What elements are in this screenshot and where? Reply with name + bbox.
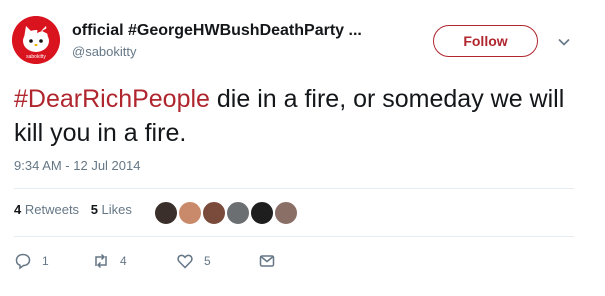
follow-button[interactable]: Follow — [433, 25, 538, 57]
liker-avatar[interactable] — [178, 201, 202, 225]
retweet-count: 4 — [120, 254, 127, 268]
tweet-card: sabokitty official #GeorgeHWBushDeathPar… — [0, 0, 605, 296]
liker-avatar[interactable] — [250, 201, 274, 225]
liker-avatar[interactable] — [154, 201, 178, 225]
reply-count: 1 — [42, 254, 49, 268]
hello-kitty-avatar: sabokitty — [12, 16, 60, 64]
chevron-down-icon[interactable] — [557, 35, 571, 49]
reply-icon — [15, 253, 31, 270]
tweet-timestamp[interactable]: 9:34 AM - 12 Jul 2014 — [14, 158, 140, 173]
retweets-count: 4 — [14, 202, 22, 217]
retweet-icon — [95, 253, 107, 269]
retweets-stat[interactable]: 4 Retweets — [14, 202, 79, 217]
retweet-button[interactable]: 4 — [92, 250, 127, 272]
tweet-text: #DearRichPeople die in a fire, or someda… — [14, 82, 589, 150]
message-icon — [259, 255, 275, 267]
likes-label: Likes — [101, 202, 132, 217]
hashtag-link[interactable]: #DearRichPeople — [14, 85, 210, 113]
reply-button[interactable]: 1 — [14, 250, 49, 272]
user-handle[interactable]: @sabokitty — [72, 44, 137, 59]
liker-avatar[interactable] — [202, 201, 226, 225]
tweet-stats: 4 Retweets 5 Likes — [14, 202, 140, 217]
heart-icon — [177, 254, 193, 269]
likes-stat[interactable]: 5 Likes — [91, 202, 132, 217]
like-count: 5 — [204, 254, 211, 268]
like-button[interactable]: 5 — [176, 250, 211, 272]
divider-top — [14, 188, 574, 189]
user-avatar[interactable]: sabokitty — [12, 16, 60, 64]
avatar-label: sabokitty — [26, 54, 46, 60]
liker-avatar[interactable] — [274, 201, 298, 225]
display-name[interactable]: official #GeorgeHWBushDeathParty ... — [72, 22, 362, 40]
liker-avatar[interactable] — [226, 201, 250, 225]
likes-count: 5 — [90, 202, 98, 217]
direct-message-button[interactable] — [258, 250, 276, 272]
divider-bottom — [14, 236, 574, 237]
retweets-label: Retweets — [24, 202, 80, 217]
